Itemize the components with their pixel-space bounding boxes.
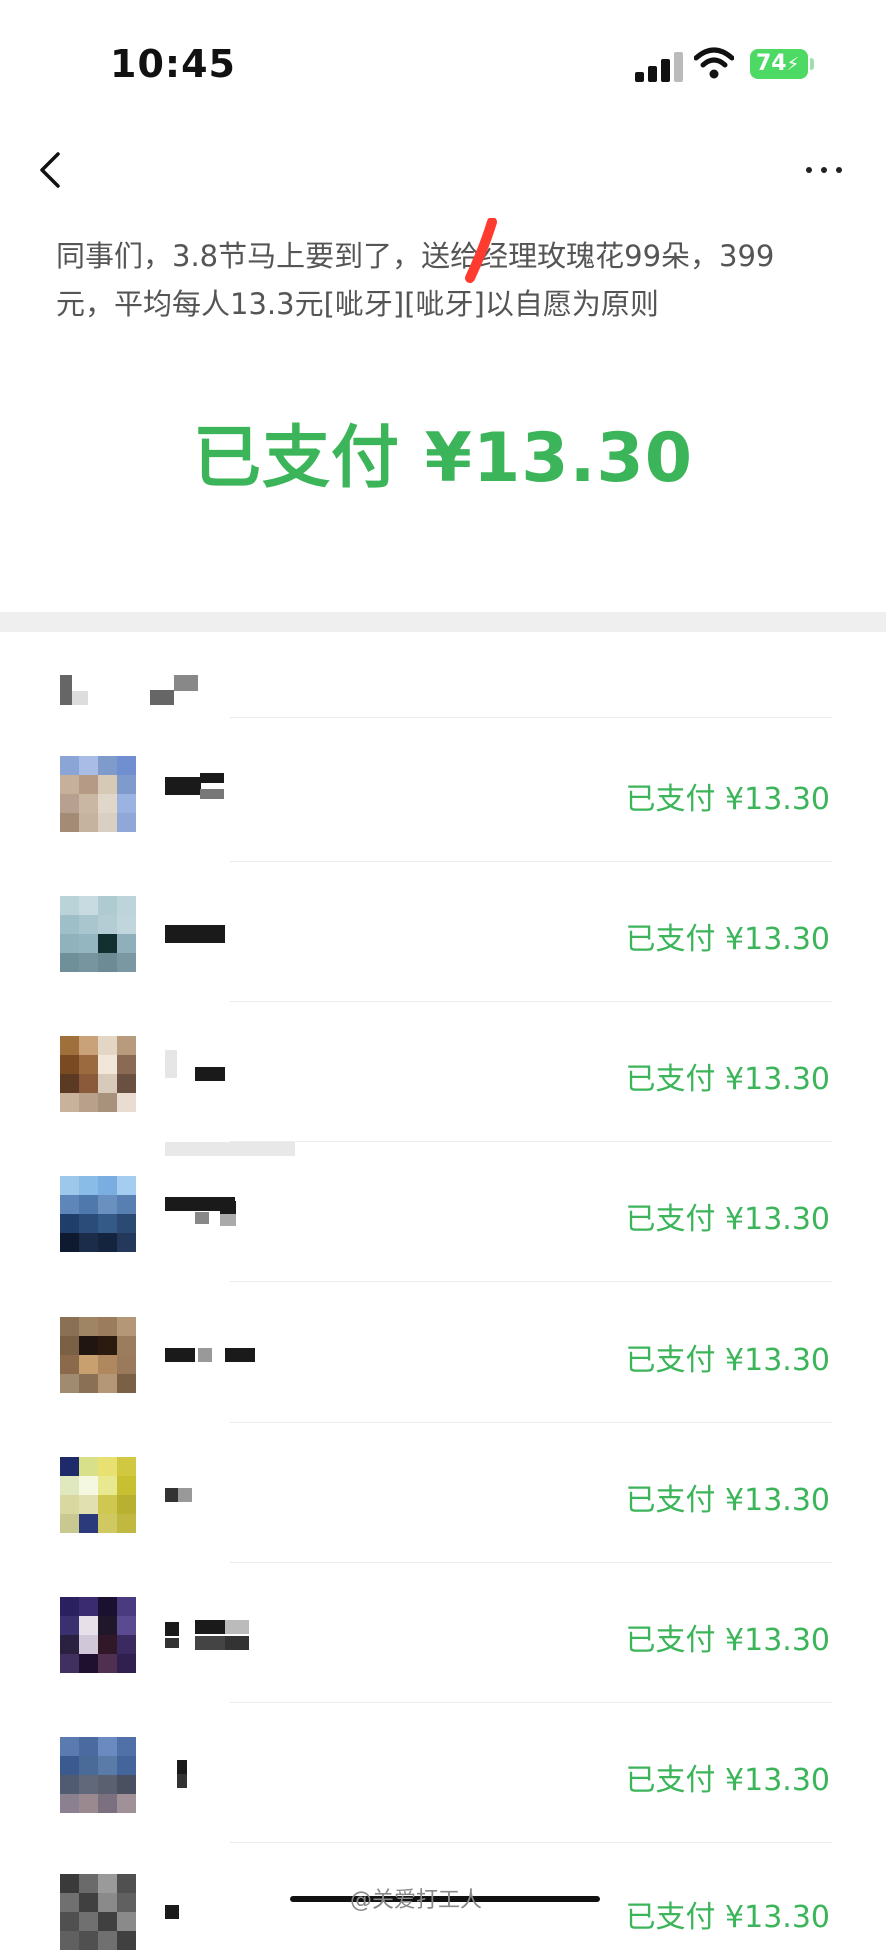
name-redacted: [195, 1067, 225, 1081]
avatar[interactable]: [60, 896, 136, 972]
paid-status: 已支付 ¥13.30: [625, 1623, 830, 1658]
row-separator: [230, 717, 832, 718]
name-redacted: [165, 1348, 195, 1362]
row-separator: [230, 1842, 832, 1843]
avatar[interactable]: [60, 1597, 136, 1673]
paid-status: 已支付 ¥13.30: [625, 1062, 830, 1097]
paid-status: 已支付 ¥13.30: [625, 782, 830, 817]
name-redacted: [195, 1212, 209, 1224]
avatar[interactable]: [60, 756, 136, 832]
name-redacted: [177, 1760, 187, 1774]
name-redacted: [165, 1622, 179, 1636]
name-redacted: [220, 1201, 236, 1215]
more-dots-icon[interactable]: [804, 164, 844, 176]
row-separator: [230, 861, 832, 862]
red-doodle-mark: [465, 218, 497, 283]
paid-status: 已支付 ¥13.30: [625, 1202, 830, 1237]
battery-cap: [810, 58, 814, 70]
name-redacted: [177, 1774, 187, 1788]
paid-status: 已支付 ¥13.30: [625, 1900, 830, 1935]
name-redacted: [220, 1214, 236, 1226]
name-redacted: [225, 1636, 249, 1650]
row-separator: [230, 1281, 832, 1282]
row-separator: [230, 1001, 832, 1002]
row-separator: [230, 1702, 832, 1703]
list-header-blurred: [60, 675, 200, 707]
avatar[interactable]: [60, 1457, 136, 1533]
avatar[interactable]: [60, 1737, 136, 1813]
wifi-icon: [694, 47, 734, 79]
name-redacted: [225, 1620, 249, 1634]
row-separator: [230, 1141, 832, 1142]
battery-icon: 74⚡: [750, 49, 808, 79]
avatar[interactable]: [60, 1317, 136, 1393]
name-redacted: [198, 1348, 212, 1362]
status-time: 10:45: [110, 42, 236, 86]
paid-status: 已支付 ¥13.30: [625, 922, 830, 957]
blur-smudge: [165, 1142, 295, 1156]
name-redacted: [165, 1905, 179, 1919]
paid-amount-summary: 已支付 ¥13.30: [192, 419, 694, 498]
name-redacted: [178, 1488, 192, 1502]
name-redacted: [225, 1348, 255, 1362]
name-redacted: [165, 925, 225, 943]
avatar[interactable]: [60, 1874, 136, 1950]
paid-status: 已支付 ¥13.30: [625, 1483, 830, 1518]
chevron-left-icon[interactable]: [36, 150, 66, 190]
battery-level: 74: [756, 51, 787, 76]
paid-status: 已支付 ¥13.30: [625, 1763, 830, 1798]
row-separator: [230, 1562, 832, 1563]
name-redacted: [195, 1620, 225, 1634]
row-separator: [230, 1422, 832, 1423]
avatar[interactable]: [60, 1176, 136, 1252]
signal-icon: [635, 52, 687, 82]
name-redacted: [200, 773, 224, 783]
name-redacted: [200, 789, 224, 799]
name-redacted: [195, 1636, 225, 1650]
collection-message: 同事们，3.8节马上要到了，送给经理玫瑰花99朵，399元，平均每人13.3元[…: [56, 239, 775, 321]
avatar[interactable]: [60, 1036, 136, 1112]
name-redacted: [165, 1638, 179, 1648]
paid-status: 已支付 ¥13.30: [625, 1343, 830, 1378]
watermark-text: @关爱打工人: [350, 1888, 483, 1913]
name-redacted: [165, 1050, 177, 1078]
section-divider: [0, 612, 886, 632]
name-redacted: [165, 777, 201, 795]
name-redacted: [165, 1488, 179, 1502]
